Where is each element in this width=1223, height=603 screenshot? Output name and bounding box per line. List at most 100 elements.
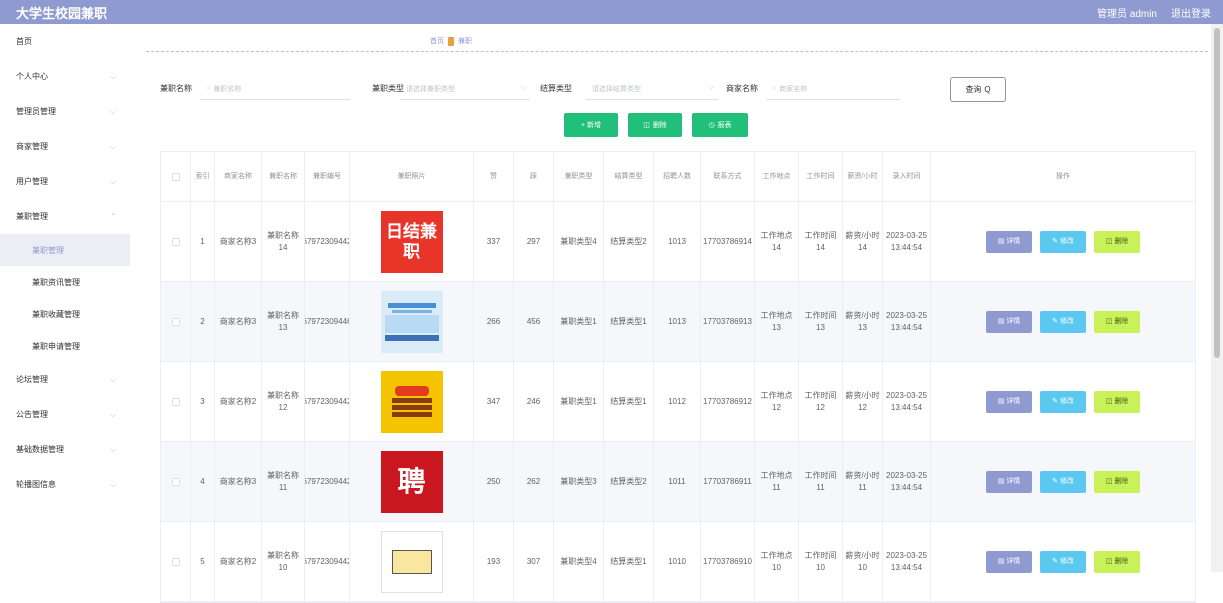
photo-cell: 日结兼职 <box>350 202 474 281</box>
sidebar-item-label: 首页 <box>16 37 32 46</box>
column-header[interactable]: 录入时间 <box>883 152 931 201</box>
logout-link[interactable]: 退出登录 <box>1171 5 1211 20</box>
sidebar-item-notice[interactable]: 公告管理 ⌵ <box>0 397 130 432</box>
sidebar-item-profile[interactable]: 个人中心 ⌵ <box>0 59 130 94</box>
column-header[interactable]: 工作地点 <box>755 152 799 201</box>
breadcrumb-home[interactable]: 首页 <box>430 36 444 46</box>
edit-button[interactable]: ✎ 修改 <box>1040 310 1086 333</box>
sidebar-item-user[interactable]: 用户管理 ⌵ <box>0 164 130 199</box>
sidebar-item-label: 商家管理 <box>16 142 48 151</box>
detail-button[interactable]: ▤ 详情 <box>986 390 1032 413</box>
chevron-down-icon: ⌵ <box>520 84 526 91</box>
column-header[interactable]: 兼职编号 <box>305 152 350 201</box>
doc-icon: ▤ <box>997 557 1005 565</box>
sidebar-item-home[interactable]: 首页 <box>0 24 130 59</box>
sidebar-item-forum[interactable]: 论坛管理 ⌵ <box>0 362 130 397</box>
chevron-down-icon: ⌵ <box>110 444 117 454</box>
sidebar-item-merchant[interactable]: 商家管理 ⌵ <box>0 129 130 164</box>
parttime-table: 索引 商家名称 兼职名称 兼职编号 兼职照片 赞 踩 兼职类型 结算类型 招聘人… <box>160 151 1196 603</box>
column-header[interactable]: 踩 <box>514 152 554 201</box>
row-delete-button[interactable]: ◫ 删除 <box>1094 390 1140 413</box>
main-content: 首页 兼职 兼职名称 ○ 兼职名称 兼职类型 请选择兼职类型 ⌵ 结算类型 请选… <box>130 24 1210 603</box>
chevron-down-icon: ⌵ <box>110 176 117 186</box>
sidebar: 首页 个人中心 ⌵ 管理员管理 ⌵ 商家管理 ⌵ 用户管理 ⌵ 兼职管理 ⌃ 兼… <box>0 24 130 572</box>
column-header[interactable]: 兼职照片 <box>350 152 474 201</box>
column-header[interactable]: 联系方式 <box>701 152 755 201</box>
search-button[interactable]: 查询 Q <box>950 77 1006 102</box>
separator-icon <box>448 36 454 46</box>
column-header[interactable]: 商家名称 <box>215 152 262 201</box>
filter-bar: 兼职名称 ○ 兼职名称 兼职类型 请选择兼职类型 ⌵ 结算类型 请选择结算类型 … <box>160 77 1200 102</box>
edit-button[interactable]: ✎ 修改 <box>1040 390 1086 413</box>
edit-button[interactable]: ✎ 修改 <box>1040 230 1086 253</box>
job-photo[interactable] <box>380 370 443 433</box>
job-photo[interactable]: 聘 <box>380 450 443 513</box>
sidebar-item-label: 兼职管理 <box>16 212 48 221</box>
operation-cell: ▤ 详情 ✎ 修改 ◫ 删除 <box>931 442 1195 521</box>
job-photo[interactable] <box>380 530 443 593</box>
doc-icon: ▤ <box>997 397 1005 405</box>
row-delete-button[interactable]: ◫ 删除 <box>1094 470 1140 493</box>
sidebar-subitem-apply-manage[interactable]: 兼职申请管理 <box>0 330 130 362</box>
search-icon: ○ <box>772 85 777 92</box>
sidebar-subitem-favorite-manage[interactable]: 兼职收藏管理 <box>0 298 130 330</box>
page-scrollbar[interactable] <box>1211 24 1223 572</box>
row-checkbox[interactable] <box>161 202 191 281</box>
scrollbar-thumb[interactable] <box>1214 28 1220 358</box>
row-checkbox[interactable] <box>161 442 191 521</box>
filter-type-select[interactable]: 请选择兼职类型 ⌵ <box>400 78 530 100</box>
trash-icon: ◫ <box>1105 477 1113 485</box>
report-button[interactable]: ◷ 报表 <box>692 113 748 137</box>
sidebar-subitem-label: 兼职申请管理 <box>32 341 80 351</box>
delete-button[interactable]: ◫ 删除 <box>628 113 682 137</box>
filter-name-input[interactable]: ○ 兼职名称 <box>200 78 350 100</box>
sidebar-item-carousel[interactable]: 轮播图信息 ⌵ <box>0 467 130 502</box>
column-header[interactable]: 赞 <box>474 152 514 201</box>
sidebar-item-label: 论坛管理 <box>16 375 48 384</box>
sidebar-item-label: 公告管理 <box>16 410 48 419</box>
row-delete-button[interactable]: ◫ 删除 <box>1094 310 1140 333</box>
column-header[interactable]: 兼职类型 <box>554 152 604 201</box>
edit-icon: ✎ <box>1052 237 1058 245</box>
job-photo[interactable] <box>380 290 443 353</box>
filter-settle-select[interactable]: 请选择结算类型 ⌵ <box>586 78 718 100</box>
edit-button[interactable]: ✎ 修改 <box>1040 470 1086 493</box>
sidebar-item-basic-data[interactable]: 基础数据管理 ⌵ <box>0 432 130 467</box>
row-delete-button[interactable]: ◫ 删除 <box>1094 550 1140 573</box>
sidebar-item-label: 个人中心 <box>16 72 48 81</box>
row-checkbox[interactable] <box>161 362 191 441</box>
sidebar-item-admin[interactable]: 管理员管理 ⌵ <box>0 94 130 129</box>
app-title: 大学生校园兼职 <box>16 5 108 21</box>
add-button[interactable]: + 新增 <box>564 113 618 137</box>
table-row: 3 商家名称2 兼职名称12 1679723094429 347 246 兼职类… <box>161 362 1195 442</box>
filter-settle-label: 结算类型 <box>540 84 572 93</box>
table-row: 1 商家名称3 兼职名称14 1679723094421 日结兼职 337 29… <box>161 202 1195 282</box>
filter-shop-input[interactable]: ○ 商家名称 <box>766 78 900 100</box>
detail-button[interactable]: ▤ 详情 <box>986 310 1032 333</box>
row-checkbox[interactable] <box>161 282 191 361</box>
sidebar-item-parttime[interactable]: 兼职管理 ⌃ <box>0 199 130 234</box>
column-header[interactable]: 工作时间 <box>799 152 843 201</box>
column-header[interactable]: 招聘人数 <box>654 152 701 201</box>
sidebar-subitem-news-manage[interactable]: 兼职资讯管理 <box>0 266 130 298</box>
sidebar-subitem-parttime-manage[interactable]: 兼职管理 <box>0 234 130 266</box>
trash-icon: ◫ <box>1105 397 1113 405</box>
column-header[interactable]: 薪资/小时 <box>843 152 883 201</box>
photo-cell <box>350 522 474 601</box>
detail-button[interactable]: ▤ 详情 <box>986 550 1032 573</box>
column-header[interactable]: 结算类型 <box>604 152 654 201</box>
select-all-checkbox[interactable] <box>161 152 191 201</box>
row-checkbox[interactable] <box>161 522 191 601</box>
job-photo[interactable]: 日结兼职 <box>380 210 443 273</box>
detail-button[interactable]: ▤ 详情 <box>986 230 1032 253</box>
row-delete-button[interactable]: ◫ 删除 <box>1094 230 1140 253</box>
sidebar-item-label: 基础数据管理 <box>16 445 64 454</box>
operation-cell: ▤ 详情 ✎ 修改 ◫ 删除 <box>931 522 1195 601</box>
detail-button[interactable]: ▤ 详情 <box>986 470 1032 493</box>
edit-button[interactable]: ✎ 修改 <box>1040 550 1086 573</box>
chevron-down-icon: ⌵ <box>110 479 117 489</box>
sidebar-subitem-label: 兼职资讯管理 <box>32 277 80 287</box>
breadcrumb: 首页 兼职 <box>430 36 472 46</box>
operation-cell: ▤ 详情 ✎ 修改 ◫ 删除 <box>931 282 1195 361</box>
column-header[interactable]: 兼职名称 <box>262 152 305 201</box>
